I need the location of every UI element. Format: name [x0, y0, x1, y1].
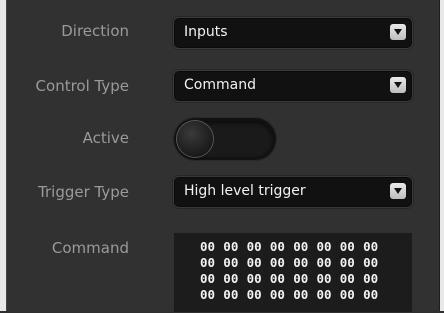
- control-type-select[interactable]: Command: [173, 70, 413, 102]
- direction-value: Inputs: [184, 24, 228, 40]
- hex-byte[interactable]: 00: [223, 239, 246, 254]
- hex-byte[interactable]: 00: [223, 271, 246, 286]
- trigger-type-select[interactable]: High level trigger: [173, 176, 413, 208]
- hex-byte[interactable]: 00: [270, 287, 293, 302]
- hex-byte[interactable]: 00: [270, 271, 293, 286]
- hex-byte[interactable]: 00: [247, 255, 270, 270]
- hex-row: 00 00 00 00 00 00 00 00: [200, 255, 386, 270]
- trigger-type-label: Trigger Type: [38, 183, 129, 201]
- hex-row: 00 00 00 00 00 00 00 00: [200, 271, 386, 286]
- chevron-down-icon[interactable]: [390, 183, 406, 199]
- hex-byte[interactable]: 00: [200, 239, 223, 254]
- direction-label: Direction: [61, 22, 129, 40]
- hex-byte[interactable]: 00: [293, 287, 316, 302]
- hex-byte[interactable]: 00: [270, 239, 293, 254]
- hex-byte[interactable]: 00: [316, 287, 339, 302]
- hex-byte[interactable]: 00: [247, 271, 270, 286]
- hex-byte[interactable]: 00: [247, 239, 270, 254]
- hex-row: 00 00 00 00 00 00 00 00: [200, 287, 386, 302]
- direction-select[interactable]: Inputs: [173, 17, 413, 49]
- hex-byte[interactable]: 00: [340, 271, 363, 286]
- hex-byte[interactable]: 00: [316, 271, 339, 286]
- control-type-value: Command: [184, 77, 256, 93]
- hex-byte[interactable]: 00: [293, 271, 316, 286]
- trigger-type-value: High level trigger: [184, 183, 306, 199]
- hex-byte[interactable]: 00: [293, 255, 316, 270]
- hex-byte[interactable]: 00: [340, 287, 363, 302]
- hex-byte[interactable]: 00: [316, 239, 339, 254]
- hex-byte[interactable]: 00: [200, 255, 223, 270]
- hex-byte[interactable]: 00: [247, 287, 270, 302]
- hex-row: 00 00 00 00 00 00 00 00: [200, 239, 386, 254]
- hex-byte[interactable]: 00: [363, 239, 386, 254]
- hex-byte[interactable]: 00: [270, 255, 293, 270]
- hex-byte[interactable]: 00: [293, 239, 316, 254]
- hex-byte[interactable]: 00: [200, 271, 223, 286]
- chevron-down-icon[interactable]: [390, 77, 406, 93]
- toggle-knob[interactable]: [177, 121, 213, 157]
- hex-byte[interactable]: 00: [363, 255, 386, 270]
- chevron-down-icon[interactable]: [390, 24, 406, 40]
- command-label: Command: [51, 239, 129, 257]
- control-type-label: Control Type: [35, 77, 129, 95]
- hex-byte[interactable]: 00: [340, 255, 363, 270]
- hex-byte[interactable]: 00: [316, 255, 339, 270]
- active-label: Active: [82, 129, 129, 147]
- hex-byte[interactable]: 00: [200, 287, 223, 302]
- hex-byte[interactable]: 00: [223, 287, 246, 302]
- settings-panel: Direction Inputs Control Type Command Ac…: [6, 0, 440, 313]
- hex-byte[interactable]: 00: [363, 271, 386, 286]
- hex-byte[interactable]: 00: [340, 239, 363, 254]
- hex-byte[interactable]: 00: [363, 287, 386, 302]
- hex-byte[interactable]: 00: [223, 255, 246, 270]
- active-toggle[interactable]: [173, 117, 277, 161]
- command-hex-editor[interactable]: 00 00 00 00 00 00 00 00 00 00 00 00 00 0…: [173, 232, 413, 313]
